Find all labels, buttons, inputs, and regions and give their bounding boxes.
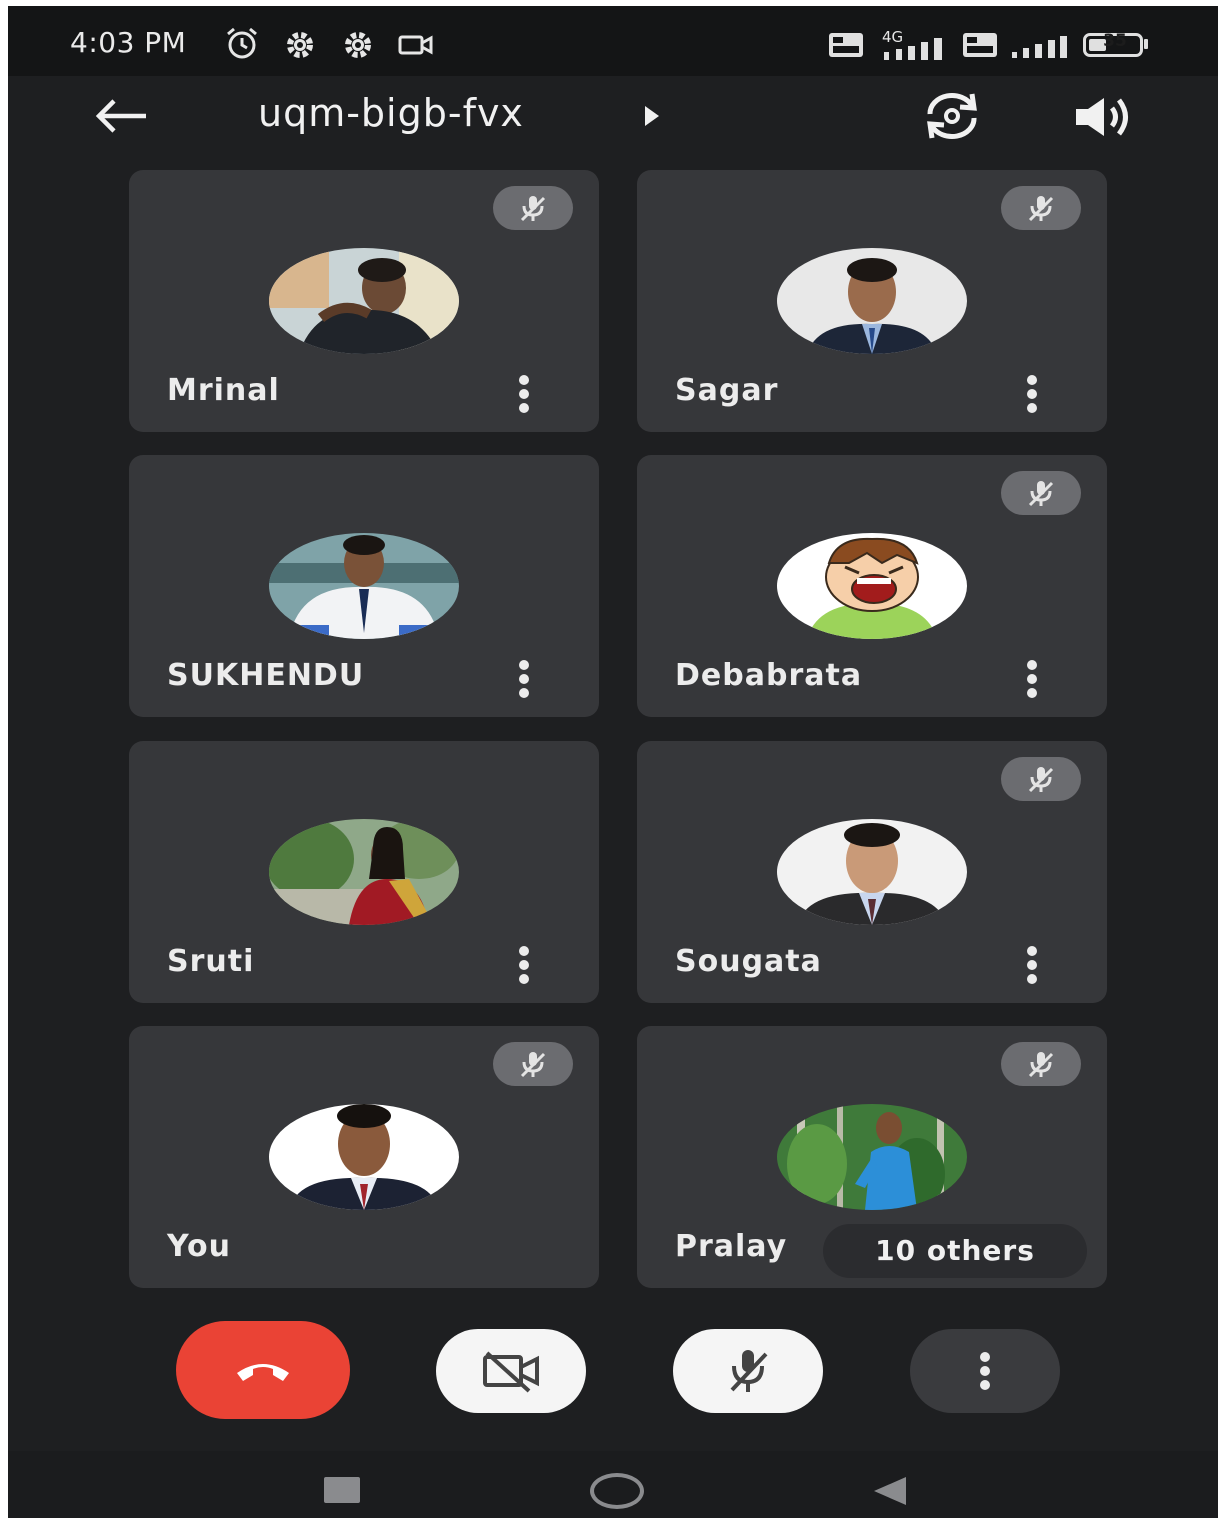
mic-muted-badge bbox=[1001, 1042, 1081, 1086]
camera-icon bbox=[398, 35, 433, 55]
participant-name: Sruti bbox=[167, 944, 255, 979]
volte-icon bbox=[829, 33, 863, 57]
signal-icon bbox=[1012, 36, 1067, 58]
mic-off-icon bbox=[1028, 196, 1054, 222]
volte-icon bbox=[963, 33, 997, 57]
more-vert-icon[interactable] bbox=[509, 374, 539, 414]
mic-muted-badge bbox=[1001, 757, 1081, 801]
back-arrow-icon[interactable] bbox=[92, 96, 150, 136]
participant-photo bbox=[777, 248, 967, 354]
participant-tile[interactable]: Pralay 10 others bbox=[637, 1026, 1107, 1288]
avatar bbox=[777, 533, 967, 639]
end-call-button[interactable] bbox=[176, 1321, 350, 1419]
avatar bbox=[777, 1104, 967, 1210]
participant-photo bbox=[777, 533, 967, 639]
participant-name: Pralay bbox=[675, 1229, 788, 1264]
more-vert-icon[interactable] bbox=[1017, 374, 1047, 414]
settings-icon bbox=[287, 32, 313, 58]
home-icon[interactable] bbox=[590, 1473, 644, 1509]
mic-off-icon bbox=[1028, 1052, 1054, 1078]
participant-photo bbox=[269, 819, 459, 925]
system-nav-bar bbox=[8, 1451, 1218, 1518]
participant-name: You bbox=[167, 1229, 231, 1264]
participant-name: Sougata bbox=[675, 944, 822, 979]
more-vert-icon[interactable] bbox=[1017, 659, 1047, 699]
more-vert-icon[interactable] bbox=[1017, 945, 1047, 985]
mic-muted-badge bbox=[493, 186, 573, 230]
participant-photo bbox=[777, 1104, 967, 1210]
camera-off-icon bbox=[483, 1351, 539, 1393]
participant-name: Mrinal bbox=[167, 373, 280, 408]
participant-photo bbox=[777, 819, 967, 925]
others-chip[interactable]: 10 others bbox=[823, 1224, 1087, 1278]
mic-off-icon bbox=[1028, 481, 1054, 507]
speaker-icon[interactable] bbox=[1072, 94, 1138, 140]
more-vert-icon[interactable] bbox=[509, 945, 539, 985]
mic-off-icon bbox=[1028, 767, 1054, 793]
end-call-icon bbox=[237, 1364, 289, 1381]
back-triangle-icon[interactable] bbox=[870, 1475, 908, 1507]
participant-name: Debabrata bbox=[675, 658, 863, 693]
meeting-code[interactable]: uqm-bigb-fvx bbox=[258, 91, 524, 135]
battery-level: 35 bbox=[1103, 31, 1127, 51]
participant-photo bbox=[269, 1104, 459, 1210]
mic-off-icon bbox=[520, 1052, 546, 1078]
participant-name: SUKHENDU bbox=[167, 658, 365, 693]
participant-photo bbox=[269, 248, 459, 354]
avatar bbox=[777, 819, 967, 925]
mic-muted-badge bbox=[1001, 186, 1081, 230]
mic-off-icon bbox=[730, 1350, 768, 1392]
recents-icon[interactable] bbox=[324, 1477, 360, 1503]
avatar bbox=[269, 248, 459, 354]
status-time: 4:03 PM bbox=[70, 26, 187, 59]
settings-icon bbox=[345, 32, 371, 58]
participant-tile[interactable]: SUKHENDU bbox=[129, 455, 599, 717]
mic-muted-badge bbox=[493, 1042, 573, 1086]
alarm-icon bbox=[227, 27, 257, 59]
more-options-button[interactable] bbox=[910, 1329, 1060, 1413]
participant-tile[interactable]: Mrinal bbox=[129, 170, 599, 432]
avatar bbox=[777, 248, 967, 354]
meet-screen: 4:03 PM 4G 35 uqm-bigb-fvx Mrinal Sagar … bbox=[8, 6, 1218, 1518]
more-vert-icon bbox=[980, 1352, 990, 1390]
participant-tile[interactable]: Sougata bbox=[637, 741, 1107, 1003]
signal-icon bbox=[884, 38, 942, 60]
avatar bbox=[269, 1104, 459, 1210]
play-arrow-icon[interactable] bbox=[642, 103, 662, 129]
avatar bbox=[269, 533, 459, 639]
self-tile[interactable]: You bbox=[129, 1026, 599, 1288]
camera-toggle-button[interactable] bbox=[436, 1329, 586, 1413]
participant-name: Sagar bbox=[675, 373, 779, 408]
status-bar: 4:03 PM 4G 35 bbox=[8, 6, 1218, 76]
participant-photo bbox=[269, 533, 459, 639]
more-vert-icon[interactable] bbox=[509, 659, 539, 699]
mic-off-icon bbox=[520, 196, 546, 222]
switch-camera-icon[interactable] bbox=[916, 90, 988, 142]
mic-toggle-button[interactable] bbox=[673, 1329, 823, 1413]
participant-tile[interactable]: Debabrata bbox=[637, 455, 1107, 717]
avatar bbox=[269, 819, 459, 925]
participant-tile[interactable]: Sruti bbox=[129, 741, 599, 1003]
participant-tile[interactable]: Sagar bbox=[637, 170, 1107, 432]
mic-muted-badge bbox=[1001, 471, 1081, 515]
